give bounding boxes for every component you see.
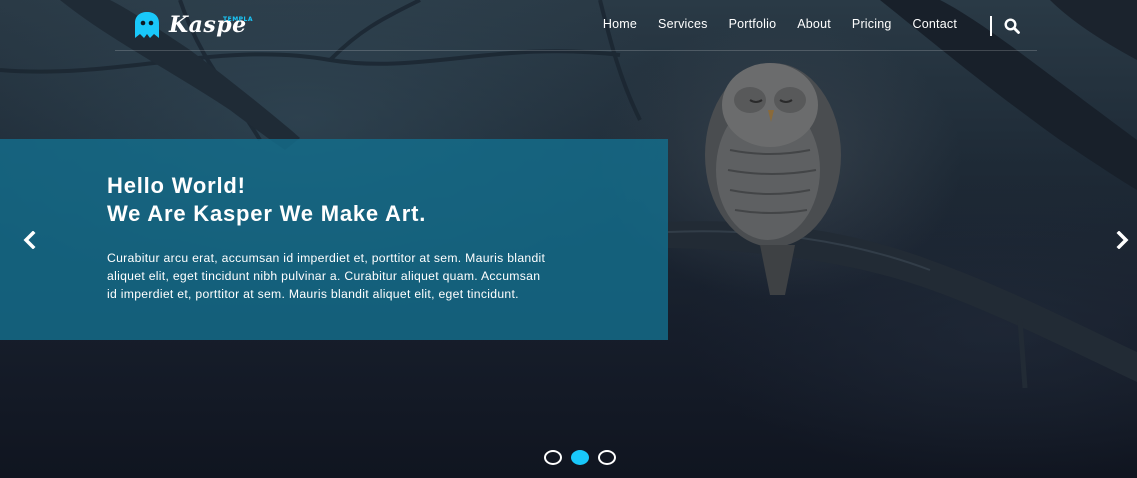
nav-link-pricing[interactable]: Pricing [852, 17, 892, 31]
slider-bullet-1[interactable] [544, 450, 562, 465]
nav-link-about[interactable]: About [797, 17, 831, 31]
nav-link-home[interactable]: Home [603, 17, 637, 31]
nav-divider [990, 16, 992, 36]
headline-line-2: We Are Kasper We Make Art. [107, 201, 427, 226]
paragraph-line-1: Curabitur arcu erat, accumsan id imperdi… [107, 251, 546, 265]
nav-link-contact[interactable]: Contact [913, 17, 957, 31]
slide-content-box [0, 139, 668, 340]
slider-bullets [544, 450, 625, 465]
logo[interactable]: Kaspe TEMPLA [133, 12, 253, 38]
chevron-right-icon[interactable] [1114, 231, 1130, 249]
paragraph-line-3: id imperdiet et, porttitor at sem. Mauri… [107, 287, 519, 301]
chevron-left-icon[interactable] [22, 231, 38, 249]
ghost-icon [135, 12, 159, 38]
nav-link-portfolio[interactable]: Portfolio [729, 17, 777, 31]
search-icon[interactable] [1004, 18, 1020, 34]
slider-bullet-2[interactable] [571, 450, 589, 465]
paragraph-line-2: aliquet elit, eget tincidunt nibh pulvin… [107, 269, 541, 283]
slide-headline: Hello World! We Are Kasper We Make Art. [107, 172, 426, 228]
slide-paragraph: Curabitur arcu erat, accumsan id imperdi… [107, 249, 647, 303]
headline-line-1: Hello World! [107, 173, 246, 198]
nav-menu: Home Services Portfolio About Pricing Co… [582, 17, 957, 31]
navbar: Kaspe TEMPLA Home Services Portfolio Abo… [115, 0, 1037, 51]
slider-bullet-3[interactable] [598, 450, 616, 465]
nav-link-services[interactable]: Services [658, 17, 708, 31]
hero-slider: Kaspe TEMPLA Home Services Portfolio Abo… [0, 0, 1137, 478]
logo-small-text: TEMPLA [223, 16, 254, 23]
